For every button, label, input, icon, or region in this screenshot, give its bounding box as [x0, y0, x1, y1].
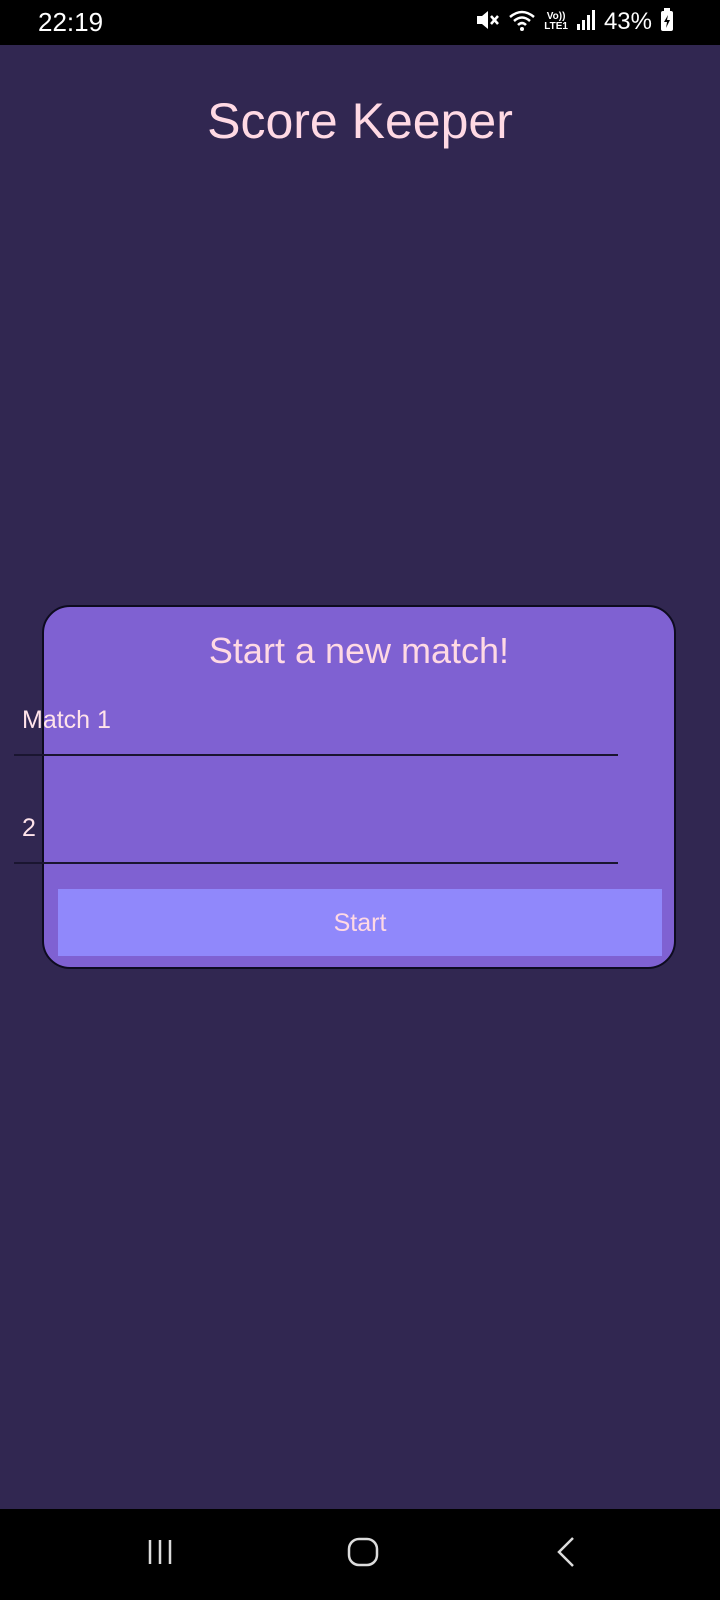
match-name-value: Match 1	[22, 706, 111, 734]
back-button[interactable]	[536, 1529, 596, 1579]
navigation-bar	[0, 1509, 720, 1600]
battery-percent: 43%	[603, 8, 652, 35]
mute-icon	[474, 7, 500, 38]
battery-charging-icon	[660, 7, 674, 37]
recent-apps-icon	[144, 1537, 178, 1572]
signal-icon	[576, 9, 596, 36]
volte-lte-icon: Vo)) LTE1	[544, 12, 568, 32]
status-bar: 22:19 Vo)) LTE1 43%	[0, 0, 720, 45]
back-icon	[553, 1535, 579, 1574]
players-count-input[interactable]: 2	[14, 798, 618, 864]
home-button[interactable]	[333, 1529, 393, 1579]
match-name-input[interactable]: Match 1	[14, 690, 618, 756]
wifi-icon	[508, 8, 536, 37]
players-count-value: 2	[22, 814, 36, 842]
status-icons: Vo)) LTE1 43%	[474, 6, 674, 38]
card-title: Start a new match!	[208, 630, 510, 671]
lte-label: LTE1	[544, 21, 568, 32]
status-time: 22:19	[38, 7, 104, 37]
recent-apps-button[interactable]	[131, 1529, 191, 1579]
home-icon	[346, 1535, 380, 1574]
start-button[interactable]: Start	[58, 889, 662, 956]
app-title: Score Keeper	[207, 93, 513, 149]
